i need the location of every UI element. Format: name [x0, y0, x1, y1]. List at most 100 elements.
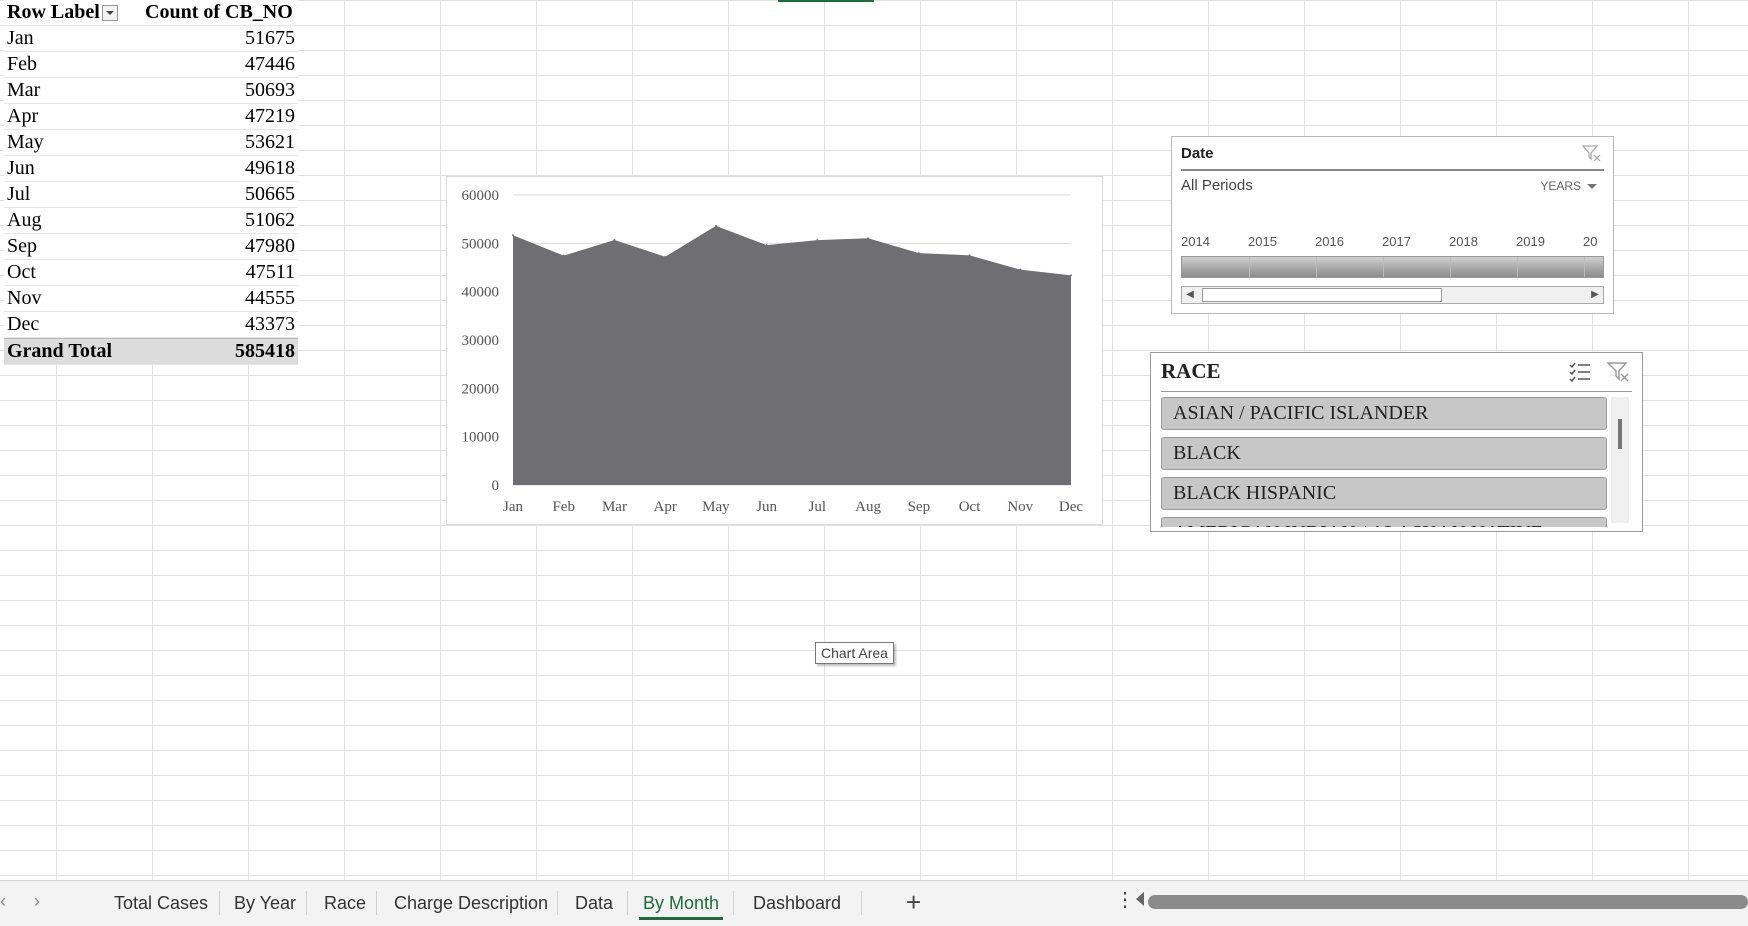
race-item[interactable]: ASIAN / PACIFIC ISLANDER — [1161, 397, 1607, 430]
date-timeline-slicer[interactable]: Date All Periods YEARS 2014 2015 2016 2017 2… — [1171, 136, 1614, 314]
sheet-tab[interactable]: Dashboard — [753, 893, 841, 914]
race-slicer[interactable]: RACE ASIAN / PACIFIC ISLANDER BLACK BLACK … — [1150, 352, 1643, 532]
clear-filter-icon[interactable] — [1606, 359, 1630, 383]
race-item[interactable]: BLACK HISPANIC — [1161, 477, 1607, 510]
pivot-row[interactable]: Mar 50693 — [4, 78, 298, 104]
year-divider — [1316, 257, 1317, 277]
date-slicer-divider — [1181, 169, 1604, 171]
pivot-row[interactable]: Feb 47446 — [4, 52, 298, 78]
row-count: 47219 — [245, 105, 295, 127]
filter-dropdown-icon[interactable] — [101, 5, 118, 22]
y-tick-label: 20000 — [462, 381, 500, 397]
data-point — [562, 254, 565, 257]
sheet-tab[interactable]: Total Cases — [114, 893, 208, 914]
pivot-row[interactable]: Nov 44555 — [4, 286, 298, 312]
y-tick-label: 60000 — [462, 188, 500, 204]
race-scroll-thumb[interactable] — [1618, 419, 1622, 449]
race-scrollbar[interactable] — [1611, 397, 1629, 523]
row-count: 51062 — [245, 209, 295, 231]
pivot-row[interactable]: Jan 51675 — [4, 26, 298, 52]
row-label: Nov — [7, 287, 42, 309]
tab-separator — [733, 891, 734, 915]
race-slicer-divider — [1161, 391, 1632, 392]
year-label: 2019 — [1516, 234, 1545, 249]
x-tick-label: Dec — [1059, 499, 1083, 515]
pivot-row[interactable]: Dec 43373 — [4, 312, 298, 338]
row-count: 47511 — [245, 261, 295, 283]
race-item[interactable]: BLACK — [1161, 437, 1607, 470]
data-point — [512, 234, 514, 237]
row-label: Jul — [7, 183, 31, 205]
pivot-total-row[interactable]: Grand Total 585418 — [4, 338, 298, 365]
more-options-icon[interactable]: ⋮ — [1115, 887, 1135, 912]
y-tick-label: 0 — [492, 478, 500, 494]
timeline-bar[interactable] — [1181, 256, 1604, 278]
multi-select-icon[interactable] — [1568, 359, 1592, 383]
pivot-row[interactable]: Apr 47219 — [4, 104, 298, 130]
row-count: 50693 — [245, 79, 295, 101]
grand-total-value: 585418 — [235, 340, 295, 362]
year-divider — [1450, 257, 1451, 277]
row-label-header: Row Label — [7, 1, 100, 23]
row-label: Jun — [7, 157, 35, 179]
timeline-scroll-thumb[interactable] — [1202, 288, 1442, 302]
x-tick-label: Apr — [654, 499, 677, 515]
data-point — [664, 255, 667, 258]
prev-sheet-icon[interactable]: ‹ — [0, 891, 6, 912]
count-header: Count of CB_NO — [145, 1, 293, 23]
data-point — [1019, 268, 1022, 271]
year-label: 2018 — [1449, 234, 1478, 249]
row-label: May — [7, 131, 44, 153]
row-label: Jan — [7, 27, 34, 49]
scroll-left-icon[interactable]: ◀ — [1182, 287, 1198, 303]
row-count: 47446 — [245, 53, 295, 75]
row-label: Aug — [7, 209, 42, 231]
time-level-dropdown[interactable]: YEARS — [1540, 179, 1597, 193]
sheet-tab[interactable]: By Year — [234, 893, 296, 914]
sheet-tab[interactable]: Data — [575, 893, 613, 914]
add-sheet-button[interactable]: + — [906, 887, 921, 918]
clear-filter-icon[interactable] — [1581, 143, 1601, 163]
sheet-tab[interactable]: Race — [324, 893, 366, 914]
x-tick-label: Sep — [908, 499, 931, 515]
tab-separator — [861, 891, 862, 915]
sheet-tab[interactable]: Charge Description — [394, 893, 548, 914]
scroll-right-icon[interactable]: ▶ — [1587, 287, 1603, 303]
row-count: 51675 — [245, 27, 295, 49]
row-count: 53621 — [245, 131, 295, 153]
pivot-row[interactable]: Jul 50665 — [4, 182, 298, 208]
horizontal-scrollbar[interactable] — [1148, 895, 1748, 909]
hscroll-left-icon[interactable] — [1136, 892, 1144, 906]
pivot-row[interactable]: Aug 51062 — [4, 208, 298, 234]
timeline-scrollbar[interactable]: ◀ ▶ — [1181, 286, 1604, 304]
row-count: 43373 — [245, 313, 295, 335]
race-slicer-title: RACE — [1161, 359, 1221, 383]
row-label: Feb — [7, 53, 37, 75]
pivot-row[interactable]: Jun 49618 — [4, 156, 298, 182]
next-sheet-icon[interactable]: › — [34, 891, 40, 912]
x-tick-label: Feb — [552, 499, 575, 515]
x-tick-label: Mar — [602, 499, 627, 515]
x-tick-label: Oct — [959, 499, 981, 515]
year-divider — [1584, 257, 1585, 277]
active-cell-marker — [778, 0, 874, 2]
year-divider — [1517, 257, 1518, 277]
y-tick-label: 30000 — [462, 333, 500, 349]
area-chart-svg: 0 10000 20000 30000 40000 50000 60000 Jan Feb Mar… — [462, 188, 1084, 515]
sheet-tab[interactable]: By Month — [638, 893, 724, 920]
tab-separator — [306, 891, 307, 915]
pivot-row[interactable]: May 53621 — [4, 130, 298, 156]
pivot-row[interactable]: Sep 47980 — [4, 234, 298, 260]
year-label: 2017 — [1382, 234, 1411, 249]
x-tick-label: Aug — [855, 499, 881, 515]
pivot-table[interactable]: Row Label Count of CB_NO Jan 51675 Feb 4744… — [4, 0, 298, 365]
area-chart[interactable]: 0 10000 20000 30000 40000 50000 60000 Jan Feb Mar… — [446, 176, 1103, 525]
data-point — [1070, 274, 1072, 277]
row-count: 50665 — [245, 183, 295, 205]
race-items: ASIAN / PACIFIC ISLANDER BLACK BLACK HISPA… — [1161, 397, 1607, 527]
tab-separator — [376, 891, 377, 915]
area-series[interactable] — [513, 225, 1071, 485]
year-divider — [1249, 257, 1250, 277]
pivot-row[interactable]: Oct 47511 — [4, 260, 298, 286]
race-item[interactable]: AMERICAN INDIAN / ALASKAN NATIVE — [1161, 517, 1607, 527]
